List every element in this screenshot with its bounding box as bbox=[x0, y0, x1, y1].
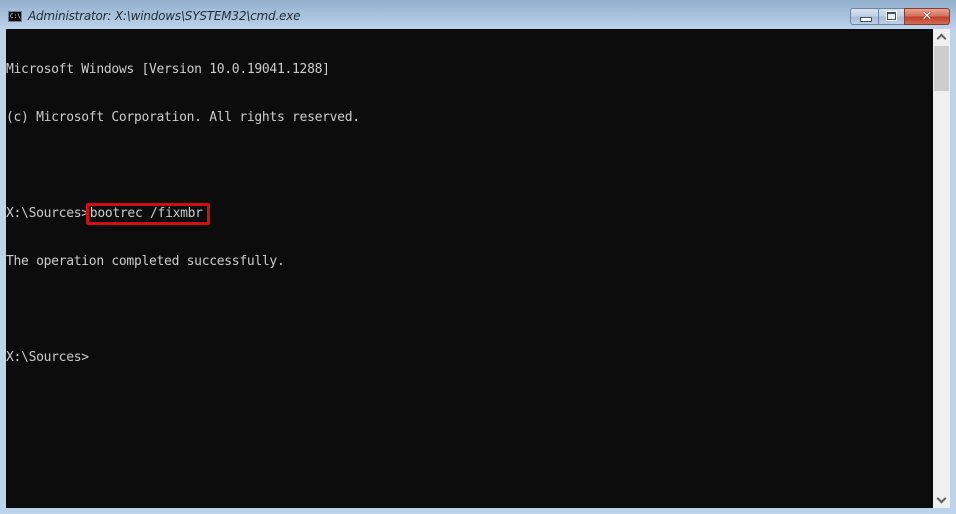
highlighted-command: bootrec /fixmbr bbox=[85, 203, 210, 225]
console-output[interactable]: Microsoft Windows [Version 10.0.19041.12… bbox=[6, 29, 933, 508]
cmd-window: C:\_ Administrator: X:\windows\SYSTEM32\… bbox=[0, 0, 956, 514]
caption-buttons: ✕ bbox=[849, 8, 950, 26]
console-text: Microsoft Windows [Version 10.0.19041.12… bbox=[6, 30, 360, 398]
close-button[interactable]: ✕ bbox=[904, 8, 950, 25]
title-bar[interactable]: C:\_ Administrator: X:\windows\SYSTEM32\… bbox=[0, 0, 956, 29]
scroll-up-button[interactable] bbox=[933, 29, 950, 46]
chevron-down-icon bbox=[936, 493, 947, 504]
console-prompt-line[interactable]: X:\Sources> bbox=[6, 350, 360, 366]
cmd-icon[interactable]: C:\_ bbox=[8, 11, 22, 22]
vertical-scrollbar[interactable] bbox=[933, 29, 950, 508]
command-prompt: X:\Sources> bbox=[6, 206, 89, 221]
maximize-button[interactable] bbox=[878, 8, 905, 25]
window-title: Administrator: X:\windows\SYSTEM32\cmd.e… bbox=[28, 9, 301, 23]
chevron-up-icon bbox=[936, 33, 947, 44]
minimize-button[interactable] bbox=[850, 8, 879, 25]
scroll-down-button[interactable] bbox=[933, 491, 950, 508]
console-line: Microsoft Windows [Version 10.0.19041.12… bbox=[6, 62, 330, 77]
console-command-line: X:\Sources>bootrec /fixmbr bbox=[6, 203, 360, 225]
console-line: (c) Microsoft Corporation. All rights re… bbox=[6, 110, 360, 125]
scrollbar-thumb[interactable] bbox=[934, 46, 949, 91]
maximize-icon bbox=[886, 11, 897, 21]
close-icon: ✕ bbox=[921, 9, 933, 24]
minimize-icon bbox=[860, 17, 872, 22]
console-line: The operation completed successfully. bbox=[6, 254, 285, 269]
